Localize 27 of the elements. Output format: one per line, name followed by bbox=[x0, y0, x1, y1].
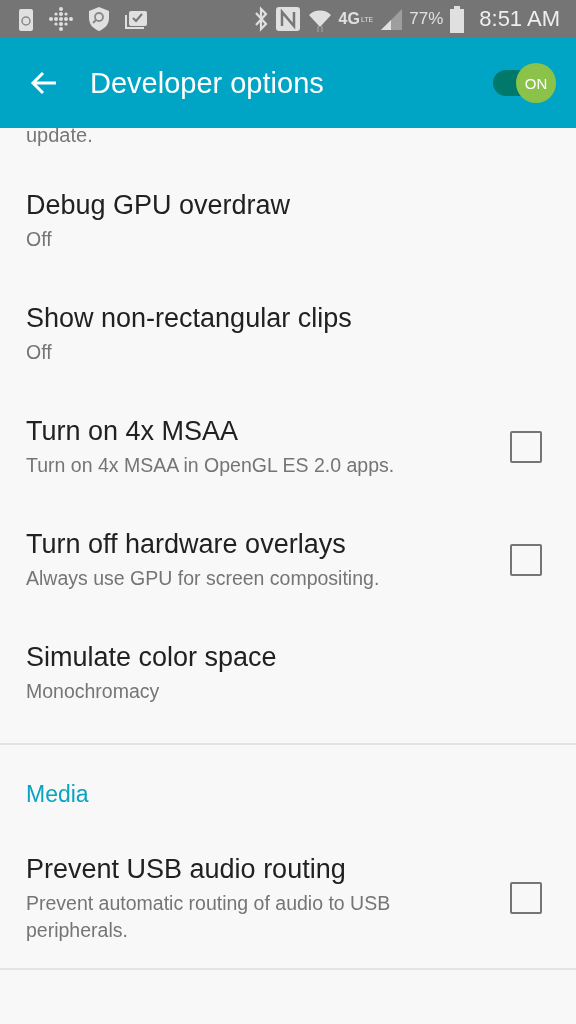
category-header: Media bbox=[25, 780, 90, 809]
checkbox[interactable] bbox=[510, 543, 542, 576]
screen-title: Developer options bbox=[90, 66, 325, 100]
clock-time: 8:51 AM bbox=[479, 6, 560, 32]
bluetooth-icon bbox=[252, 6, 269, 32]
setting-title[interactable]: Turn off hardware overlays bbox=[26, 527, 510, 561]
battery-percent: 77% bbox=[409, 9, 444, 29]
setting-summary: Turn on 4x MSAA in OpenGL ES 2.0 apps. bbox=[26, 453, 396, 478]
setting-summary: Off bbox=[26, 227, 53, 252]
setting-title[interactable]: Show non-rectangular clips bbox=[26, 301, 542, 335]
setting-summary: Off bbox=[26, 340, 53, 365]
battery-icon bbox=[449, 5, 466, 33]
setting-title[interactable]: Prevent USB audio routing bbox=[26, 851, 510, 886]
shield-search-icon bbox=[88, 6, 110, 32]
nfc-icon bbox=[274, 6, 301, 32]
signal-icon bbox=[379, 7, 404, 31]
setting-summary: Monochromacy bbox=[26, 679, 161, 704]
setting-summary: Always use GPU for screen compositing. bbox=[26, 566, 381, 591]
network-type: 4G bbox=[338, 10, 360, 28]
setting-title[interactable]: Simulate color space bbox=[26, 640, 542, 674]
setting-title[interactable]: Turn on 4x MSAA bbox=[26, 414, 510, 448]
setting-summary: Prevent automatic routing of audio to USB peripherals. bbox=[26, 890, 392, 943]
checkbox[interactable] bbox=[510, 881, 542, 914]
checkbox[interactable] bbox=[510, 430, 542, 463]
dotted-diamond-icon bbox=[48, 6, 74, 32]
setting-summary: update. bbox=[25, 123, 94, 148]
setting-title[interactable]: Debug GPU overdraw bbox=[26, 188, 542, 222]
